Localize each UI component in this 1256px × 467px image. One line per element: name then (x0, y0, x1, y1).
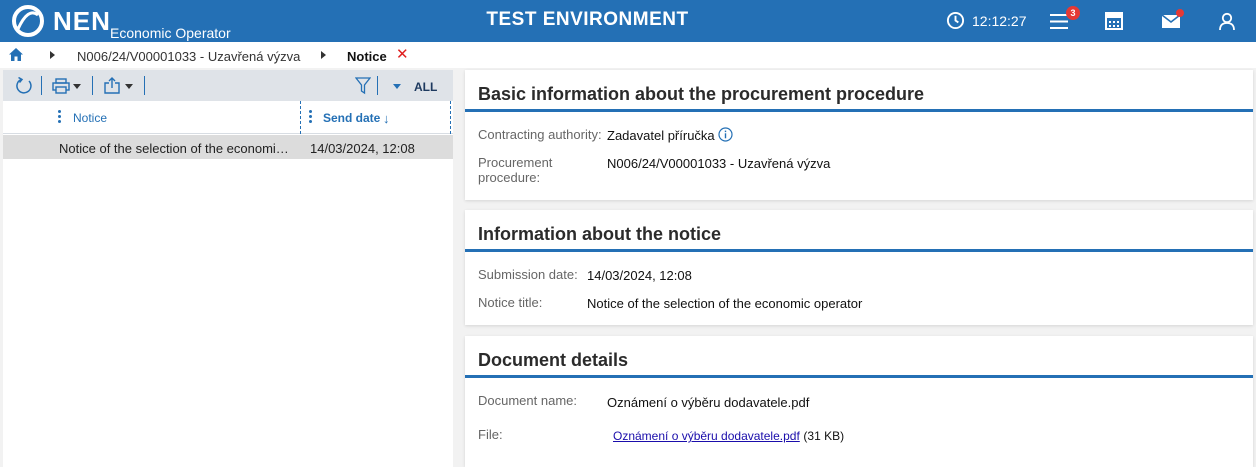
print-dropdown-caret-icon[interactable] (73, 84, 81, 89)
section-divider (465, 249, 1253, 252)
grid-header: Notice Send date ↓ (3, 101, 453, 134)
sort-descending-icon[interactable]: ↓ (383, 111, 390, 126)
file-value: Oznámení o výběru dodavatele.pdf (31 KB) (613, 428, 844, 443)
export-dropdown-caret-icon[interactable] (125, 84, 133, 89)
notice-title-value: Notice of the selection of the economic … (587, 296, 863, 311)
basic-info-card: Basic information about the procurement … (465, 70, 1253, 200)
toolbar-divider (41, 76, 42, 95)
toolbar-divider (377, 76, 378, 95)
filter-all-toggle[interactable]: ALL (414, 80, 437, 94)
mail-unread-dot (1176, 9, 1184, 17)
notice-list-panel: ALL Notice Send date ↓ Notice of the sel… (3, 70, 453, 467)
column-divider[interactable] (300, 101, 301, 134)
user-icon[interactable] (1218, 12, 1236, 31)
send-date-cell[interactable]: 14/03/2024, 12:08 (310, 141, 450, 156)
column-header-notice[interactable]: Notice (73, 111, 107, 125)
submission-date-value: 14/03/2024, 12:08 (587, 268, 692, 283)
print-icon[interactable] (52, 78, 70, 94)
breadcrumb: N006/24/V00001033 - Uzavřená výzva Notic… (0, 42, 1256, 68)
home-icon[interactable] (9, 48, 23, 61)
export-icon[interactable] (104, 77, 120, 94)
toolbar-divider (144, 76, 145, 95)
section-divider (465, 109, 1253, 112)
column-header-send-date[interactable]: Send date (323, 111, 380, 125)
table-row[interactable]: Notice of the selection of the economic … (3, 135, 453, 159)
calculator-icon[interactable] (1105, 12, 1123, 30)
chevron-right-icon (50, 51, 55, 59)
top-bar: NEN Economic Operator TEST ENVIRONMENT 1… (0, 0, 1256, 42)
procedure-value: N006/24/V00001033 - Uzavřená výzva (607, 156, 831, 171)
breadcrumb-current: Notice (347, 49, 387, 64)
document-name-label: Document name: (478, 393, 577, 408)
column-menu-icon[interactable] (309, 110, 312, 124)
notice-info-card: Information about the notice Submission … (465, 210, 1253, 325)
column-menu-icon[interactable] (58, 110, 61, 124)
filter-dropdown-caret-icon[interactable] (393, 84, 401, 89)
section-title: Information about the notice (478, 224, 721, 244)
column-divider[interactable] (450, 101, 451, 134)
section-divider (465, 375, 1253, 378)
refresh-icon[interactable] (15, 77, 33, 95)
notice-title-label: Notice title: (478, 295, 543, 310)
section-title: Basic information about the procurement … (478, 84, 925, 104)
clock-icon (946, 11, 965, 30)
info-icon[interactable] (718, 127, 733, 142)
filter-icon[interactable] (355, 77, 371, 95)
file-size: (31 KB) (803, 429, 845, 443)
notice-cell[interactable]: Notice of the selection of the economic … (59, 141, 293, 156)
breadcrumb-procedure-link[interactable]: N006/24/V00001033 - Uzavřená výzva (77, 49, 300, 64)
notification-badge: 3 (1066, 6, 1080, 20)
document-name-value: Oznámení o výběru dodavatele.pdf (607, 395, 810, 410)
toolbar-divider (92, 76, 93, 95)
document-details-card: Document details Document name: Oznámení… (465, 336, 1253, 467)
contracting-authority-label: Contracting authority: (478, 127, 602, 142)
file-label: File: (478, 427, 503, 442)
procedure-label-line1: Procurement (478, 155, 553, 170)
grid-toolbar: ALL (3, 70, 453, 101)
close-icon[interactable]: ✕ (396, 47, 409, 62)
procedure-label-line2: procedure: (478, 170, 541, 185)
session-clock: 12:12:27 (972, 13, 1027, 29)
contracting-authority-value: Zadavatel příručka (607, 128, 715, 143)
file-download-link[interactable]: Oznámení o výběru dodavatele.pdf (613, 429, 800, 443)
section-title: Document details (478, 350, 629, 370)
submission-date-label: Submission date: (478, 267, 578, 282)
chevron-right-icon (321, 51, 326, 59)
